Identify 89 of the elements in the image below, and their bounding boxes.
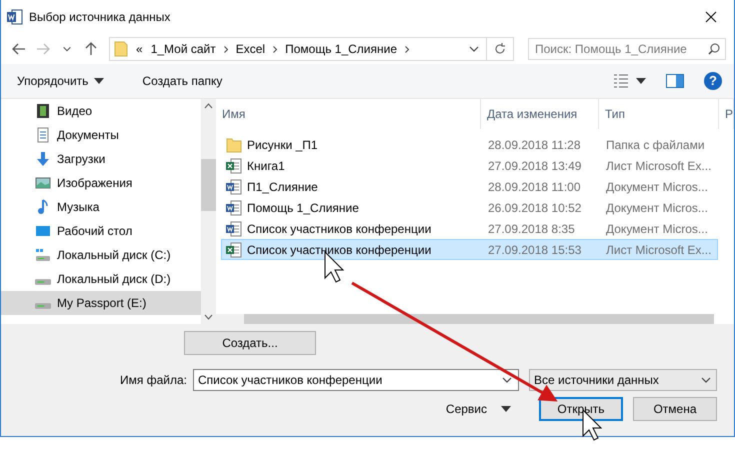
- view-options-icon[interactable]: [614, 74, 646, 88]
- dialog-button[interactable]: Открыть: [539, 397, 623, 421]
- sidebar-item[interactable]: Документы: [1, 123, 201, 147]
- up-arrow-icon: [85, 42, 97, 56]
- chevron-down-icon: [62, 44, 72, 54]
- sidebar-item[interactable]: Изображения: [1, 171, 201, 195]
- folder-icon: [114, 41, 128, 57]
- filename-label: Имя файла:: [120, 373, 187, 387]
- preview-pane-icon[interactable]: [666, 74, 684, 88]
- create-button[interactable]: Создать...: [184, 331, 316, 355]
- file-name: Список участников конференции: [247, 242, 432, 256]
- type-cell-text: Лист Microsoft Ex...: [605, 158, 712, 172]
- new-folder-button[interactable]: Создать папку: [138, 72, 226, 90]
- breadcrumb[interactable]: Excel: [236, 42, 266, 56]
- document-icon: [35, 127, 51, 143]
- scrollbar-thumb[interactable]: [201, 159, 216, 211]
- date-cell-text: 26.09.2018 10:52: [487, 200, 582, 214]
- type-cell-text: Папка с файлами: [605, 138, 706, 152]
- chevron-up-icon[interactable]: [204, 103, 213, 109]
- file-name: Помощь 1_Слияние: [247, 200, 359, 214]
- type-cell-text: Документ Micros...: [605, 222, 709, 236]
- right-arrow-icon: [36, 43, 50, 55]
- file-name: Рисунки _П1: [247, 138, 318, 152]
- document-file-icon: [226, 200, 242, 216]
- document-file-icon: [226, 178, 242, 194]
- date-cell-text: 27.09.2018 15:53: [487, 242, 582, 256]
- picture-icon: [35, 175, 51, 191]
- date-cell-text: 28.09.2018 11:00: [487, 180, 582, 194]
- file-name: П1_Слияние: [247, 180, 318, 194]
- chevron-right-icon: [273, 46, 278, 52]
- refresh-icon: [494, 43, 506, 55]
- date-cell-text: 28.09.2018 11:28: [487, 138, 582, 152]
- vertical-scrollbar[interactable]: [201, 99, 216, 324]
- file-row[interactable]: Список участников конференции 27.09.2018 15:53 Лист Microsoft Ex...: [221, 239, 718, 260]
- sidebar-item[interactable]: Рабочий стол: [1, 219, 201, 243]
- drive-icon: [35, 247, 51, 263]
- chevron-right-icon: [224, 46, 228, 52]
- file-row[interactable]: Рисунки _П1 28.09.2018 11:28 Папка с файлами: [221, 134, 718, 155]
- file-row[interactable]: Книга1 27.09.2018 13:49 Лист Microsoft Ex...: [221, 155, 718, 176]
- organize-button[interactable]: Упорядочить: [13, 72, 108, 90]
- type-cell-text: Документ Micros...: [605, 200, 709, 214]
- spreadsheet-file-icon: [226, 158, 242, 174]
- chevron-down-icon[interactable]: [204, 314, 213, 320]
- file-row[interactable]: Список участников конференции 27.09.2018 8:35 Документ Micros...: [221, 218, 718, 239]
- folder-icon: [226, 136, 242, 152]
- caret-icon: [501, 406, 511, 412]
- file-type-dropdown[interactable]: Все источники данных: [529, 369, 717, 391]
- sidebar-item[interactable]: Локальный диск (D:): [1, 267, 201, 291]
- window-title: Выбор источника данных: [29, 10, 172, 24]
- sidebar-item[interactable]: Музыка: [1, 195, 201, 219]
- caret-icon: [94, 78, 104, 84]
- breadcrumb[interactable]: «: [136, 42, 143, 56]
- sidebar-item[interactable]: Локальный диск (C:): [1, 243, 201, 267]
- spreadsheet-file-icon: [226, 242, 242, 258]
- film-icon: [35, 103, 51, 119]
- search-icon: [708, 43, 720, 55]
- column-header[interactable]: Имя: [216, 99, 481, 129]
- chevron-right-icon: [405, 46, 409, 52]
- type-cell-text: Документ Micros...: [605, 180, 709, 194]
- monitor-icon: [35, 223, 51, 239]
- word-app-icon: [7, 9, 23, 25]
- dialog-button[interactable]: Отмена: [633, 397, 717, 421]
- file-name: Книга1: [247, 158, 285, 172]
- breadcrumb[interactable]: 1_Мой сайт: [150, 42, 216, 56]
- date-cell-text: 27.09.2018 8:35: [487, 222, 576, 236]
- sidebar-item[interactable]: Видео: [1, 99, 201, 123]
- search-field[interactable]: Поиск: Помощь 1_Слияние: [528, 38, 726, 60]
- address-bar[interactable]: « 1_Мой сайт Excel Помощь 1_Слияние: [109, 37, 514, 61]
- column-header[interactable]: Дата изменения: [481, 99, 599, 129]
- file-name: Список участников конференции: [247, 222, 432, 236]
- sidebar-item[interactable]: Загрузки: [1, 147, 201, 171]
- tools-button[interactable]: Сервис: [440, 401, 517, 417]
- column-header[interactable]: Р: [719, 99, 734, 129]
- file-row[interactable]: Помощь 1_Слияние 26.09.2018 10:52 Документ Micros...: [221, 197, 718, 218]
- document-file-icon: [226, 220, 242, 236]
- breadcrumb[interactable]: Помощь 1_Слияние: [285, 42, 397, 56]
- drive-icon: [35, 303, 51, 309]
- filename-field[interactable]: Список участников конференции: [193, 369, 519, 391]
- horizontal-scrollbar[interactable]: [216, 314, 714, 324]
- down-arrow-icon: [35, 151, 51, 167]
- close-icon: [705, 11, 717, 23]
- drive-icon: [35, 279, 51, 285]
- type-cell-text: Лист Microsoft Ex...: [605, 242, 712, 256]
- column-header[interactable]: Тип: [599, 99, 719, 129]
- help-button[interactable]: ?: [704, 72, 722, 90]
- file-row[interactable]: П1_Слияние 28.09.2018 11:00 Документ Micros...: [221, 176, 718, 197]
- left-arrow-icon: [12, 43, 26, 55]
- date-cell-text: 27.09.2018 13:49: [487, 158, 582, 172]
- sidebar-item[interactable]: My Passport (E:): [1, 291, 201, 315]
